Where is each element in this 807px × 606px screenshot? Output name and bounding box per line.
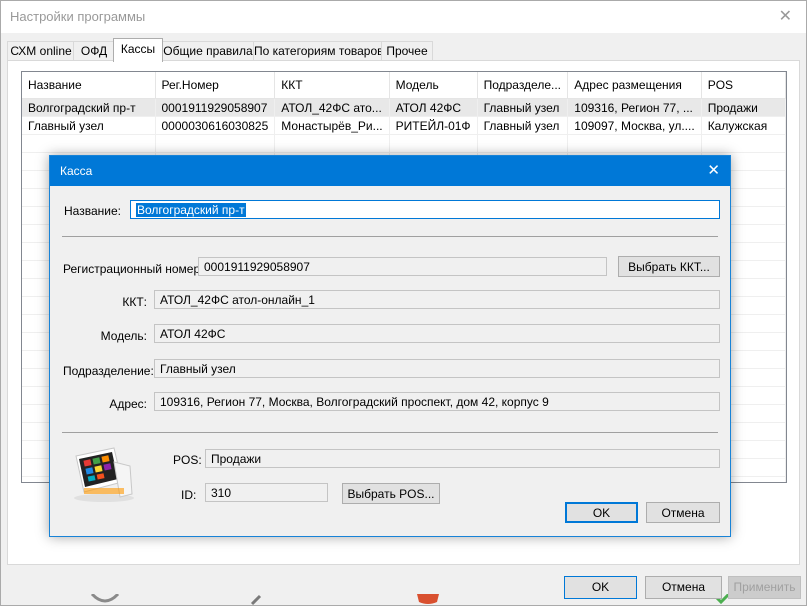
tab-kassy[interactable]: Кассы <box>113 38 163 62</box>
pos-field: Продажи <box>205 449 720 468</box>
kkt-label: ККТ: <box>122 295 147 309</box>
address-label: Адрес: <box>109 397 147 411</box>
apply-button[interactable]: Применить <box>728 576 801 599</box>
column-header[interactable]: Название <box>22 72 156 99</box>
empty-row <box>22 134 786 153</box>
dialog-title: Касса <box>60 164 93 178</box>
name-label: Название: <box>64 204 121 218</box>
table-cell: Калужская <box>701 116 786 135</box>
table-cell: АТОЛ_42ФС ато... <box>274 98 390 117</box>
column-header[interactable]: POS <box>701 72 786 99</box>
id-label: ID: <box>181 488 197 502</box>
pos-label: POS: <box>173 453 202 467</box>
table-cell: Главный узел <box>477 116 569 135</box>
select-kkt-button[interactable]: Выбрать ККТ... <box>618 256 720 277</box>
name-input-value: Волгоградский пр-т <box>136 203 246 217</box>
window-title: Настройки программы <box>10 9 146 24</box>
gauge-icon <box>90 594 120 603</box>
column-header[interactable]: ККТ <box>274 72 390 99</box>
model-field: АТОЛ 42ФС <box>154 324 720 343</box>
kassa-dialog: Касса ✕ Название: Волгоградский пр-т Рег… <box>49 155 731 537</box>
dialog-cancel-button[interactable]: Отмена <box>646 502 720 523</box>
table-cell: Монастырёв_Ри... <box>274 116 390 135</box>
table-cell: 0000030616030825 <box>155 116 276 135</box>
tab-shm-online[interactable]: СХМ online <box>7 41 75 61</box>
cancel-button[interactable]: Отмена <box>645 576 722 599</box>
department-label: Подразделение: <box>63 364 154 378</box>
tab-by-categories[interactable]: По категориям товаров <box>253 41 384 61</box>
model-label: Модель: <box>100 329 147 343</box>
reg-number-field: 0001911929058907 <box>198 257 607 276</box>
name-input[interactable]: Волгоградский пр-т <box>130 200 720 219</box>
pos-terminal-icon <box>74 447 134 502</box>
dialog-close-icon[interactable]: ✕ <box>707 161 720 179</box>
table-row[interactable]: Волгоградский пр-т 0001911929058907 АТОЛ… <box>22 98 786 117</box>
kkt-field: АТОЛ_42ФС атол-онлайн_1 <box>154 290 720 309</box>
table-cell: 0001911929058907 <box>155 98 276 117</box>
table-cell: 109097, Москва, ул.... <box>567 116 702 135</box>
department-field: Главный узел <box>154 359 720 378</box>
box-icon <box>417 594 439 604</box>
table-header-row: Название Рег.Номер ККТ Модель Подразделе… <box>22 72 786 99</box>
tab-ofd[interactable]: ОФД <box>73 41 115 61</box>
dialog-titlebar: Касса ✕ <box>50 156 730 186</box>
pen-icon <box>250 594 262 606</box>
tab-general-rules[interactable]: Общие правила <box>161 41 255 61</box>
table-cell: Продажи <box>701 98 786 117</box>
close-icon[interactable]: ✕ <box>779 6 792 26</box>
column-header[interactable]: Подразделе... <box>477 72 569 99</box>
ok-button[interactable]: OK <box>564 576 637 599</box>
column-header[interactable]: Адрес размещения <box>567 72 702 99</box>
table-cell: РИТЕЙЛ-01Ф <box>389 116 478 135</box>
address-field: 109316, Регион 77, Москва, Волгоградский… <box>154 392 720 411</box>
table-cell: Главный узел <box>477 98 569 117</box>
table-cell: 109316, Регион 77, ... <box>567 98 702 117</box>
reg-number-label: Регистрационный номер: <box>63 262 204 276</box>
divider <box>62 432 718 433</box>
table-cell: Главный узел <box>22 116 156 135</box>
id-field: 310 <box>205 483 328 502</box>
tab-other[interactable]: Прочее <box>381 41 433 61</box>
table-row[interactable]: Главный узел 0000030616030825 Монастырёв… <box>22 116 786 135</box>
select-pos-button[interactable]: Выбрать POS... <box>342 483 440 504</box>
column-header[interactable]: Рег.Номер <box>155 72 276 99</box>
table-cell: Волгоградский пр-т <box>22 98 156 117</box>
window-titlebar: Настройки программы ✕ <box>1 1 806 33</box>
table-cell: АТОЛ 42ФС <box>389 98 478 117</box>
dialog-ok-button[interactable]: OK <box>565 502 638 523</box>
divider <box>62 236 718 237</box>
column-header[interactable]: Модель <box>389 72 478 99</box>
